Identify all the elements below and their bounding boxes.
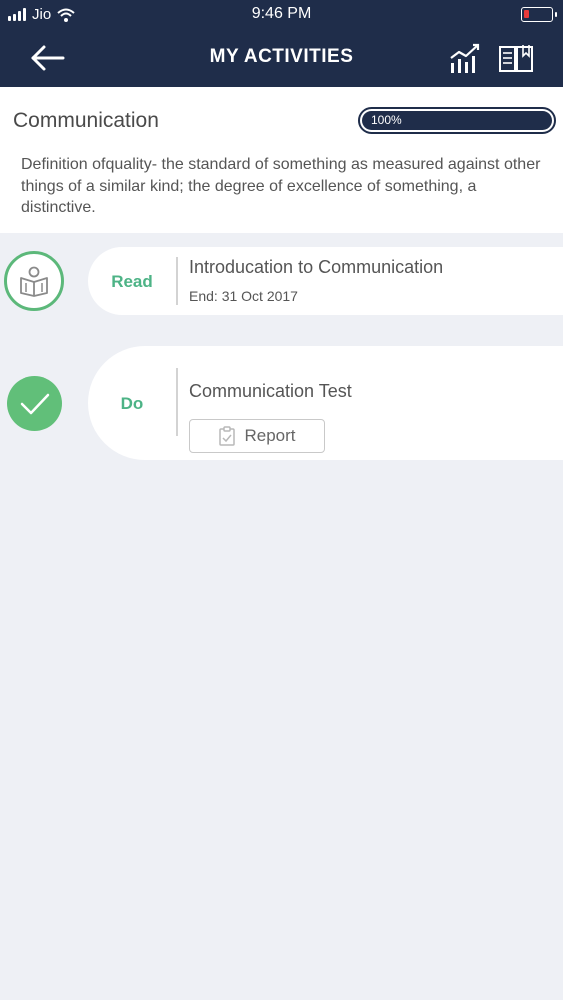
activity-title: Introducation to Communication bbox=[189, 257, 444, 277]
report-button[interactable]: Report bbox=[189, 419, 325, 453]
topic-title: Communication bbox=[13, 109, 159, 132]
checkmark-icon bbox=[7, 376, 62, 431]
reading-icon bbox=[4, 251, 64, 311]
activity-type-label: Do bbox=[120, 394, 144, 413]
clipboard-icon bbox=[219, 426, 236, 446]
progress-bar: 100% bbox=[358, 107, 556, 134]
battery-icon bbox=[521, 7, 557, 22]
divider bbox=[176, 257, 178, 305]
topic-description: Definition ofquality- the standard of so… bbox=[21, 156, 541, 216]
divider bbox=[176, 368, 178, 436]
navigation-bar: MY ACTIVITIES bbox=[0, 30, 563, 87]
activity-card-read[interactable]: Read Introducation to Communication End:… bbox=[88, 247, 563, 315]
activity-title: Communication Test bbox=[189, 381, 352, 401]
status-bar: Jio 9:46 PM bbox=[0, 0, 563, 30]
chart-icon[interactable] bbox=[448, 41, 482, 75]
topic-header: Communication 100% Definition ofquality-… bbox=[0, 87, 563, 233]
activity-type-label: Read bbox=[111, 272, 153, 291]
activity-card-do[interactable]: Do Communication Test Report bbox=[88, 346, 563, 460]
book-icon[interactable] bbox=[497, 42, 535, 74]
activity-end-date: End: 31 Oct 2017 bbox=[189, 288, 298, 304]
progress-label: 100% bbox=[362, 111, 552, 130]
report-button-label: Report bbox=[244, 426, 296, 445]
status-time: 9:46 PM bbox=[251, 5, 312, 22]
top-bar: Jio 9:46 PM MY ACTIVITIES bbox=[0, 0, 563, 87]
